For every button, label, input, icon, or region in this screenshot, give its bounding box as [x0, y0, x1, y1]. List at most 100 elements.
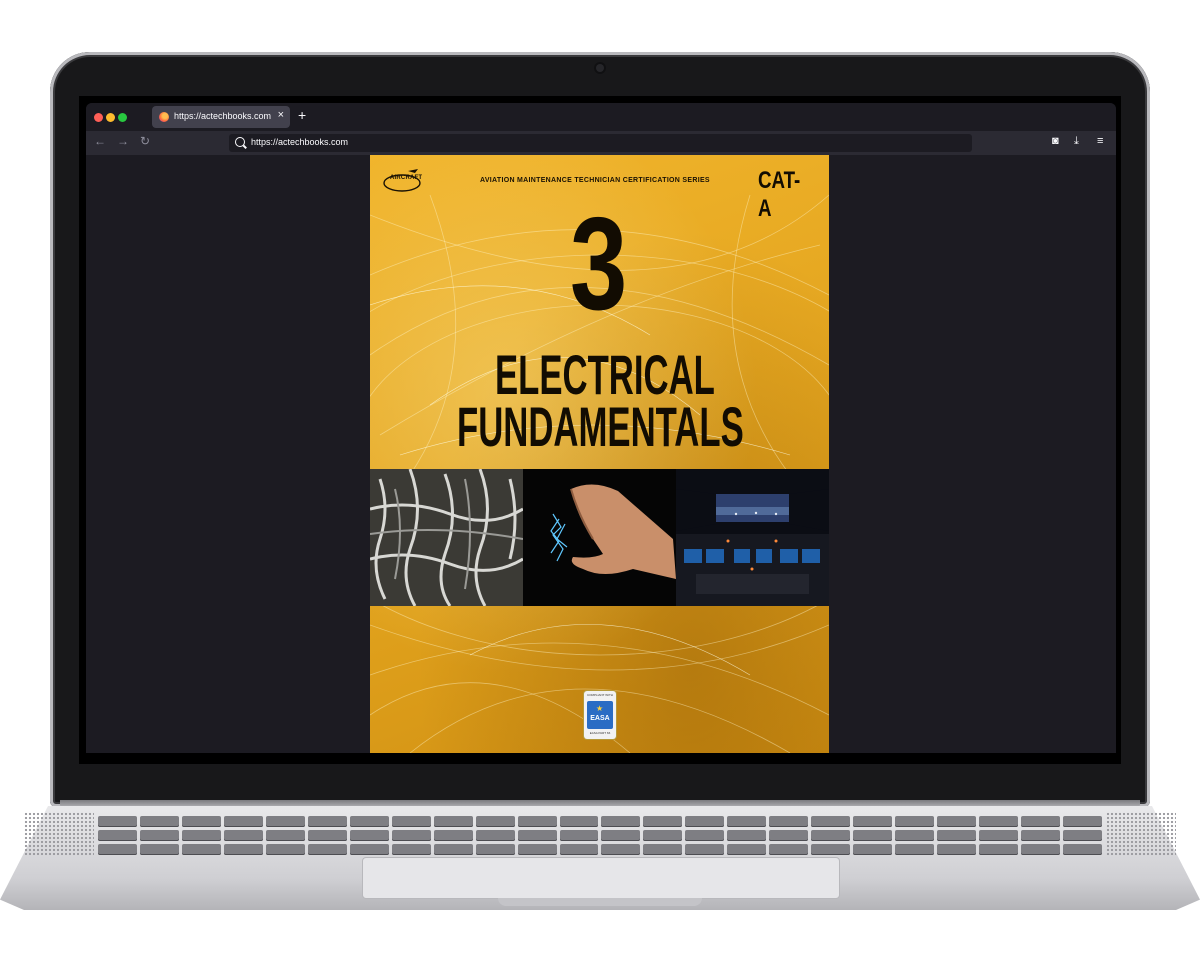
keyboard-key — [937, 830, 977, 841]
book-cover: AIRCRAFT AVIATION MAINTENANCE TECHNICIAN… — [370, 155, 829, 753]
download-icon[interactable]: ⤓ — [1074, 135, 1079, 148]
keyboard-key — [433, 844, 473, 855]
keyboard-key — [98, 844, 137, 855]
reload-button[interactable]: ↻ — [140, 134, 150, 148]
keyboard-key — [139, 830, 179, 841]
keyboard-key — [895, 816, 935, 827]
keyboard-key — [307, 816, 347, 827]
keyboard-key — [349, 816, 389, 827]
right-speaker-grille — [1106, 812, 1176, 856]
logo-text: AIRCRAFT — [390, 175, 423, 181]
keyboard-key — [475, 816, 515, 827]
keyboard-key — [559, 844, 599, 855]
keyboard-key — [853, 830, 893, 841]
keyboard-key — [517, 844, 557, 855]
tab-bar: https://actechbooks.com × + — [86, 103, 1116, 131]
keyboard-key — [307, 844, 347, 855]
keyboard-key — [727, 844, 767, 855]
keyboard-key — [1063, 844, 1102, 855]
easa-badge: COMPLIANT WITH ★ EASA EASA PART 66 — [584, 691, 616, 739]
wiring-harness-photo — [370, 469, 523, 606]
new-tab-button[interactable]: + — [298, 107, 306, 123]
pocket-icon[interactable]: ◙ — [1052, 135, 1059, 147]
keyboard-key — [223, 844, 263, 855]
url-bar[interactable]: https://actechbooks.com — [229, 134, 972, 152]
star-icon: ★ — [596, 704, 604, 713]
keyboard-key — [979, 844, 1019, 855]
hand-spark-photo — [523, 469, 676, 606]
keyboard-key — [769, 816, 809, 827]
url-text[interactable]: https://actechbooks.com — [251, 137, 348, 147]
trackpad — [362, 857, 840, 899]
keyboard-key — [853, 816, 893, 827]
menu-icon[interactable]: ≡ — [1097, 135, 1103, 147]
keyboard-key — [391, 816, 431, 827]
keyboard-key — [139, 844, 179, 855]
keyboard-key — [601, 844, 641, 855]
keyboard-key — [139, 816, 179, 827]
keyboard-key — [979, 830, 1019, 841]
browser-window: https://actechbooks.com × + ← → ↻ https:… — [86, 103, 1116, 753]
keyboard-key — [265, 844, 305, 855]
book-title-line-2: FUNDAMENTALS — [457, 395, 744, 458]
keyboard-key — [601, 830, 641, 841]
keyboard-key — [559, 816, 599, 827]
back-button[interactable]: ← — [94, 134, 106, 148]
keyboard-key — [98, 816, 137, 827]
keyboard-key — [685, 844, 725, 855]
keyboard-key — [265, 816, 305, 827]
close-window-button[interactable] — [94, 113, 103, 122]
keyboard-key — [223, 816, 263, 827]
keyboard-key — [1021, 830, 1061, 841]
keyboard-key — [181, 816, 221, 827]
keyboard-key — [853, 844, 893, 855]
keyboard-key — [937, 816, 977, 827]
keyboard — [98, 816, 1102, 856]
tab-actechbooks[interactable]: https://actechbooks.com × — [152, 106, 290, 128]
keyboard-key — [769, 830, 809, 841]
keyboard-key — [391, 844, 431, 855]
keyboard-key — [475, 830, 515, 841]
easa-part-text: EASA PART 66 — [589, 731, 611, 735]
keyboard-key — [181, 844, 221, 855]
keyboard-key — [1063, 816, 1102, 827]
keyboard-key — [685, 816, 725, 827]
keyboard-key — [181, 830, 221, 841]
keyboard-key — [223, 830, 263, 841]
keyboard-key — [811, 816, 851, 827]
forward-button[interactable]: → — [117, 134, 129, 148]
category-label: CAT-A — [758, 167, 801, 222]
firefox-icon — [159, 112, 169, 122]
keyboard-key — [349, 844, 389, 855]
keyboard-key — [391, 830, 431, 841]
series-title: AVIATION MAINTENANCE TECHNICIAN CERTIFIC… — [480, 177, 710, 184]
easa-logo-icon: ★ EASA — [587, 701, 613, 729]
tab-close-icon[interactable]: × — [278, 109, 284, 121]
keyboard-key — [517, 830, 557, 841]
keyboard-key — [265, 830, 305, 841]
keyboard-key — [349, 830, 389, 841]
search-icon — [235, 137, 245, 147]
keyboard-key — [727, 816, 767, 827]
easa-label: EASA — [590, 715, 610, 722]
navigation-bar: ← → ↻ https://actechbooks.com ◙ ⤓ ≡ — [86, 131, 1116, 155]
keyboard-key — [601, 816, 641, 827]
keyboard-key — [727, 830, 767, 841]
keyboard-key — [769, 844, 809, 855]
keyboard-key — [937, 844, 977, 855]
minimize-window-button[interactable] — [106, 113, 115, 122]
keyboard-key — [1021, 844, 1061, 855]
keyboard-key — [979, 816, 1019, 827]
volume-number: 3 — [570, 190, 628, 337]
cockpit-photo — [676, 469, 829, 606]
zoom-window-button[interactable] — [118, 113, 127, 122]
lid-notch — [498, 898, 702, 906]
keyboard-key — [517, 816, 557, 827]
keyboard-key — [475, 844, 515, 855]
keyboard-key — [433, 816, 473, 827]
keyboard-key — [98, 830, 137, 841]
webcam — [596, 64, 604, 72]
left-speaker-grille — [24, 812, 94, 856]
keyboard-key — [433, 830, 473, 841]
keyboard-key — [895, 830, 935, 841]
